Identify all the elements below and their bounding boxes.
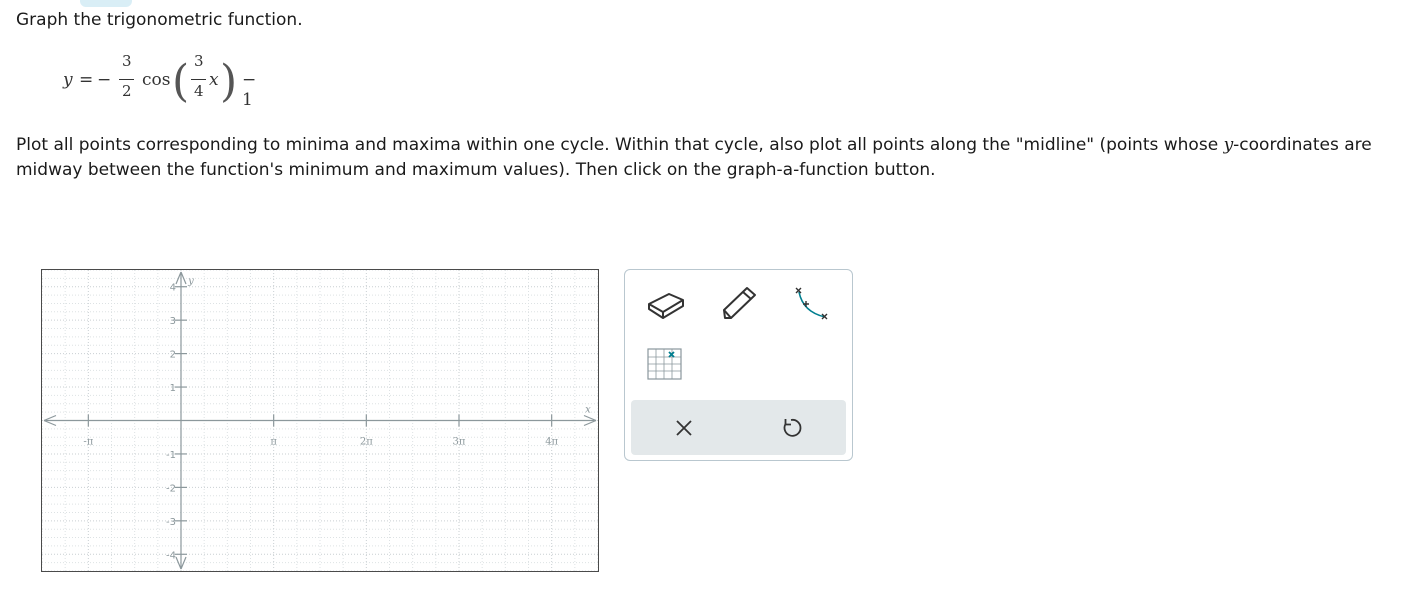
x-tick-label: 4π (545, 437, 558, 448)
graph-area[interactable]: x y -π π 2π 3π 4π 4 3 2 1 -1 -2 -3 -4 (41, 269, 599, 572)
coordinate-grid[interactable]: x y -π π 2π 3π 4π 4 3 2 1 -1 -2 -3 -4 (42, 270, 598, 571)
y-tick-label: -3 (166, 517, 176, 528)
y-tick-label: -4 (166, 550, 176, 561)
frequency-fraction-bar (191, 79, 206, 80)
instruction-text: Graph the trigonometric function. (16, 10, 303, 30)
grid-point-tool[interactable] (643, 344, 689, 384)
left-paren: ( (172, 56, 190, 107)
y-tick-label: 3 (170, 316, 176, 327)
prompt-text: Plot all points corresponding to minima … (16, 133, 1426, 183)
clear-button[interactable] (664, 408, 704, 448)
eraser-icon (648, 293, 684, 319)
equation-equals: = (79, 70, 94, 90)
right-paren: ) (220, 56, 238, 107)
pencil-icon (723, 287, 756, 319)
x-tick-label: -π (83, 437, 93, 448)
x-axis-label: x (585, 405, 591, 416)
pencil-tool[interactable] (715, 282, 761, 322)
amplitude-denominator: 2 (122, 82, 132, 100)
frequency-denominator: 4 (194, 82, 204, 100)
grid-icon (647, 348, 682, 380)
x-tick-label: π (270, 437, 277, 448)
curve-icon (795, 287, 828, 320)
y-tick-label: -1 (166, 450, 176, 461)
graph-toolbar (624, 269, 853, 461)
amplitude-numerator: 3 (122, 52, 132, 70)
amplitude-fraction-bar (119, 79, 134, 80)
action-bar (631, 400, 846, 455)
close-icon (676, 420, 692, 436)
equation-shift: − 1 (242, 70, 257, 110)
prompt-part1: Plot all points corresponding to minima … (16, 135, 1224, 155)
eraser-tool[interactable] (643, 282, 689, 322)
y-tick-label: 1 (170, 383, 176, 394)
y-tick-label: -2 (166, 483, 176, 494)
undo-icon (783, 418, 802, 437)
y-tick-label: 2 (170, 350, 176, 361)
equation-function: cos (142, 70, 171, 90)
top-tab-decoration (80, 0, 132, 7)
equation-sign: − (97, 70, 112, 90)
prompt-y-variable: y (1223, 135, 1234, 155)
y-axis-label: y (187, 276, 194, 287)
x-tick-label: 2π (360, 437, 373, 448)
undo-button[interactable] (771, 408, 811, 448)
y-tick-label: 4 (170, 283, 176, 294)
x-tick-label: 3π (453, 437, 466, 448)
frequency-numerator: 3 (194, 52, 204, 70)
graph-a-function-tool[interactable] (787, 282, 833, 322)
equation-lhs: y (63, 70, 73, 90)
equation-variable: x (209, 70, 219, 90)
